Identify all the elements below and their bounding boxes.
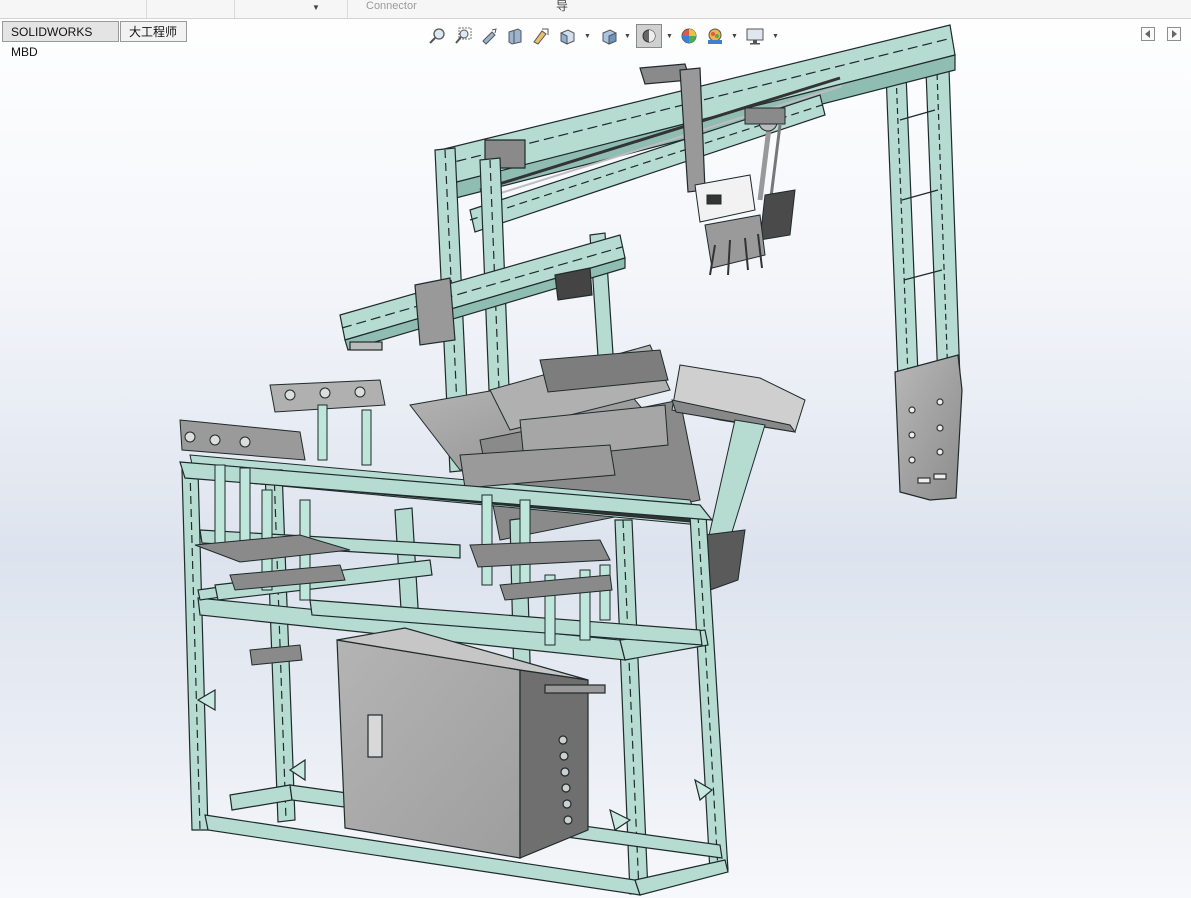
display-style-icon — [602, 29, 617, 45]
view-settings-dropdown-icon[interactable]: ▼ — [772, 33, 779, 40]
collapse-left-pane-button[interactable] — [1141, 27, 1155, 41]
electrical-cabinet — [336, 627, 606, 859]
view-settings-icon — [746, 28, 764, 45]
edit-appearance-icon — [681, 28, 697, 44]
zoom-to-fit-button[interactable] — [426, 24, 448, 48]
hide-show-items-icon — [642, 29, 656, 43]
heads-up-view-toolbar: ▼ ▼ ▼ ▼ ▼ — [426, 24, 786, 50]
view-orientation-icon — [560, 29, 575, 45]
view-orientation-button[interactable] — [556, 24, 578, 48]
previous-view-button[interactable] — [478, 24, 500, 48]
zoom-to-fit-icon — [429, 28, 445, 44]
edit-appearance-button[interactable] — [678, 24, 700, 48]
view-settings-button[interactable] — [744, 24, 766, 48]
zoom-to-area-button[interactable] — [452, 24, 474, 48]
section-view-icon — [508, 28, 522, 45]
dynamic-annotation-icon — [533, 28, 549, 45]
apply-scene-icon — [708, 28, 722, 44]
arrow-left-icon — [1145, 30, 1150, 38]
arrow-right-icon — [1172, 30, 1177, 38]
zoom-to-area-icon — [455, 27, 472, 44]
expand-right-pane-button[interactable] — [1167, 27, 1181, 41]
graphics-area[interactable] — [0, 0, 1191, 898]
hide-show-items-button[interactable] — [636, 24, 662, 48]
display-style-button[interactable] — [598, 24, 620, 48]
dynamic-annotation-button[interactable] — [530, 24, 552, 48]
hide-show-dropdown-icon[interactable]: ▼ — [666, 33, 673, 40]
section-view-button[interactable] — [504, 24, 526, 48]
apply-scene-dropdown-icon[interactable]: ▼ — [731, 33, 738, 40]
apply-scene-button[interactable] — [704, 24, 726, 48]
display-style-dropdown-icon[interactable]: ▼ — [624, 33, 631, 40]
previous-view-icon — [482, 28, 497, 45]
view-orientation-dropdown-icon[interactable]: ▼ — [584, 33, 591, 40]
right-support-column — [884, 39, 963, 501]
